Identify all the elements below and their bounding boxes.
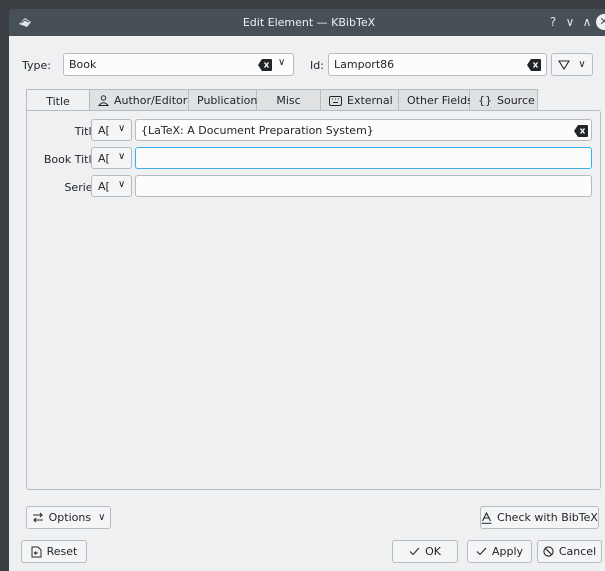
apply-label: Apply <box>491 545 524 558</box>
minimize-button[interactable]: ∨ <box>562 14 578 30</box>
book-title-format-button[interactable]: A[ ∨ <box>91 147 132 169</box>
check-spelling-icon <box>481 511 492 524</box>
title-format-button[interactable]: A[ ∨ <box>91 119 132 141</box>
id-value: Lamport86 <box>334 58 395 71</box>
series-format-button[interactable]: A[ ∨ <box>91 175 132 197</box>
chevron-down-icon: ∨ <box>118 179 126 190</box>
check-with-bibtex-button[interactable]: Check with BibTeX <box>480 506 599 529</box>
tab-label: Title <box>46 94 70 108</box>
tab-label: External <box>347 94 393 107</box>
text-format-icon: A[ <box>98 180 110 193</box>
tab-panel-title: Title: A[ ∨ {LaTeX: A Document Preparati… <box>26 110 601 490</box>
ok-label: OK <box>425 545 441 558</box>
tab-external[interactable]: External <box>321 89 399 111</box>
title-value: {LaTeX: A Document Preparation System} <box>141 124 374 137</box>
filter-icon <box>558 59 571 70</box>
options-icon <box>32 512 44 523</box>
tab-label: Other Fields <box>407 94 473 107</box>
tab-publication[interactable]: Publication <box>189 89 257 111</box>
type-combobox[interactable]: Book ∨ <box>63 53 294 76</box>
tab-label: Source <box>497 94 535 107</box>
tab-label: Author/Editor <box>114 94 188 107</box>
ok-button[interactable]: OK <box>392 540 458 563</box>
id-label: Id: <box>310 59 324 72</box>
clear-icon[interactable] <box>574 125 588 137</box>
chevron-down-icon[interactable]: ∨ <box>278 57 285 68</box>
id-input[interactable]: Lamport86 <box>328 53 547 76</box>
tab-label: Misc <box>276 94 301 107</box>
clear-icon[interactable] <box>258 59 272 71</box>
reset-button[interactable]: Reset <box>21 540 87 563</box>
tab-author-editor[interactable]: Author/Editor <box>90 89 189 111</box>
checkmark-icon <box>409 547 420 556</box>
title-input[interactable]: {LaTeX: A Document Preparation System} <box>135 119 592 141</box>
cancel-button[interactable]: Cancel <box>537 540 602 563</box>
type-value: Book <box>69 58 97 71</box>
options-label: Options <box>48 511 92 524</box>
chevron-down-icon: ∨ <box>118 123 126 134</box>
clear-icon[interactable] <box>527 59 541 71</box>
cancel-icon <box>543 546 554 557</box>
keyboard-icon <box>329 95 342 106</box>
chevron-down-icon: ∨ <box>98 512 106 523</box>
chevron-down-icon: ∨ <box>118 151 126 162</box>
text-format-icon: A[ <box>98 152 110 165</box>
type-label: Type: <box>22 59 51 72</box>
person-icon <box>98 95 109 106</box>
close-button[interactable]: ✕ <box>596 14 605 30</box>
check-label: Check with BibTeX <box>497 511 598 524</box>
maximize-button[interactable]: ∧ <box>579 14 595 30</box>
tab-label: Publication <box>197 94 258 107</box>
tab-source[interactable]: {} Source <box>470 89 538 111</box>
text-format-icon: A[ <box>98 124 110 137</box>
reset-label: Reset <box>46 545 78 558</box>
checkmark-icon <box>476 547 487 556</box>
cancel-label: Cancel <box>558 545 597 558</box>
chevron-down-icon: ∨ <box>578 59 586 70</box>
tab-bar: Title Author/Editor Publication Misc Ext… <box>26 89 538 112</box>
braces-icon: {} <box>478 94 492 107</box>
book-title-input[interactable] <box>135 147 592 169</box>
options-button[interactable]: Options ∨ <box>26 506 111 529</box>
window-title: Edit Element — KBibTeX <box>242 16 376 29</box>
series-input[interactable] <box>135 175 592 197</box>
document-revert-icon <box>31 546 42 558</box>
dialog-body: Type: Book ∨ Id: Lamport86 ∨ Title Autho… <box>9 36 605 571</box>
tab-misc[interactable]: Misc <box>257 89 321 111</box>
tab-other-fields[interactable]: Other Fields <box>399 89 473 111</box>
window-titlebar[interactable]: Edit Element — KBibTeX ? ∨ ∧ ✕ <box>9 9 605 36</box>
apply-button[interactable]: Apply <box>467 540 532 563</box>
id-suggestions-button[interactable]: ∨ <box>551 53 593 76</box>
help-button[interactable]: ? <box>545 14 561 30</box>
tab-title[interactable]: Title <box>26 89 90 112</box>
